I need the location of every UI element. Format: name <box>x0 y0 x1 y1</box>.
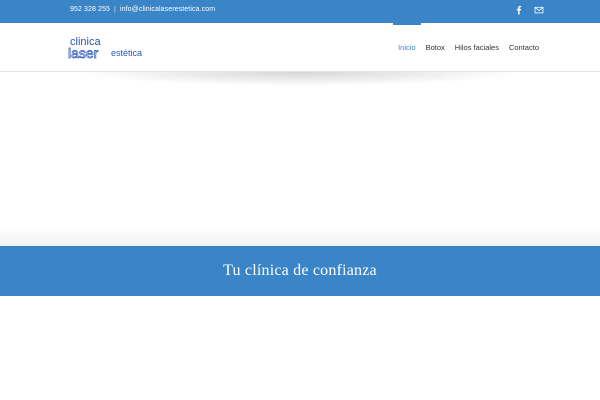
facebook-icon[interactable] <box>514 5 524 15</box>
top-bar: 952 328 255 | info@clinicalaserestetica.… <box>0 0 600 23</box>
tagline-band: Tu clínica de confianza <box>0 246 600 296</box>
tagline-heading: Tu clínica de confianza <box>223 262 377 279</box>
site-header: clinica laser estética Inicio Botox Hilo… <box>0 23 600 72</box>
header-shadow <box>80 72 520 86</box>
contact-separator: | <box>114 6 116 13</box>
email-link[interactable]: info@clinicalaserestetica.com <box>120 6 215 13</box>
mail-icon[interactable] <box>534 5 544 15</box>
nav-item-hilos-faciales[interactable]: Hilos faciales <box>450 23 504 72</box>
social-links <box>514 5 544 15</box>
site-logo[interactable]: clinica laser estética <box>68 36 158 60</box>
nav-item-inicio[interactable]: Inicio <box>393 23 421 72</box>
main-nav: Inicio Botox Hilos faciales Contacto <box>393 23 544 72</box>
nav-item-botox[interactable]: Botox <box>421 23 450 72</box>
logo-word-estetica: estética <box>111 48 142 58</box>
contact-info: 952 328 255 | info@clinicalaserestetica.… <box>70 6 215 13</box>
nav-item-contacto[interactable]: Contacto <box>504 23 544 72</box>
logo-word-laser: laser <box>68 45 99 60</box>
band-shadow <box>0 226 600 246</box>
phone-number[interactable]: 952 328 255 <box>70 6 110 13</box>
